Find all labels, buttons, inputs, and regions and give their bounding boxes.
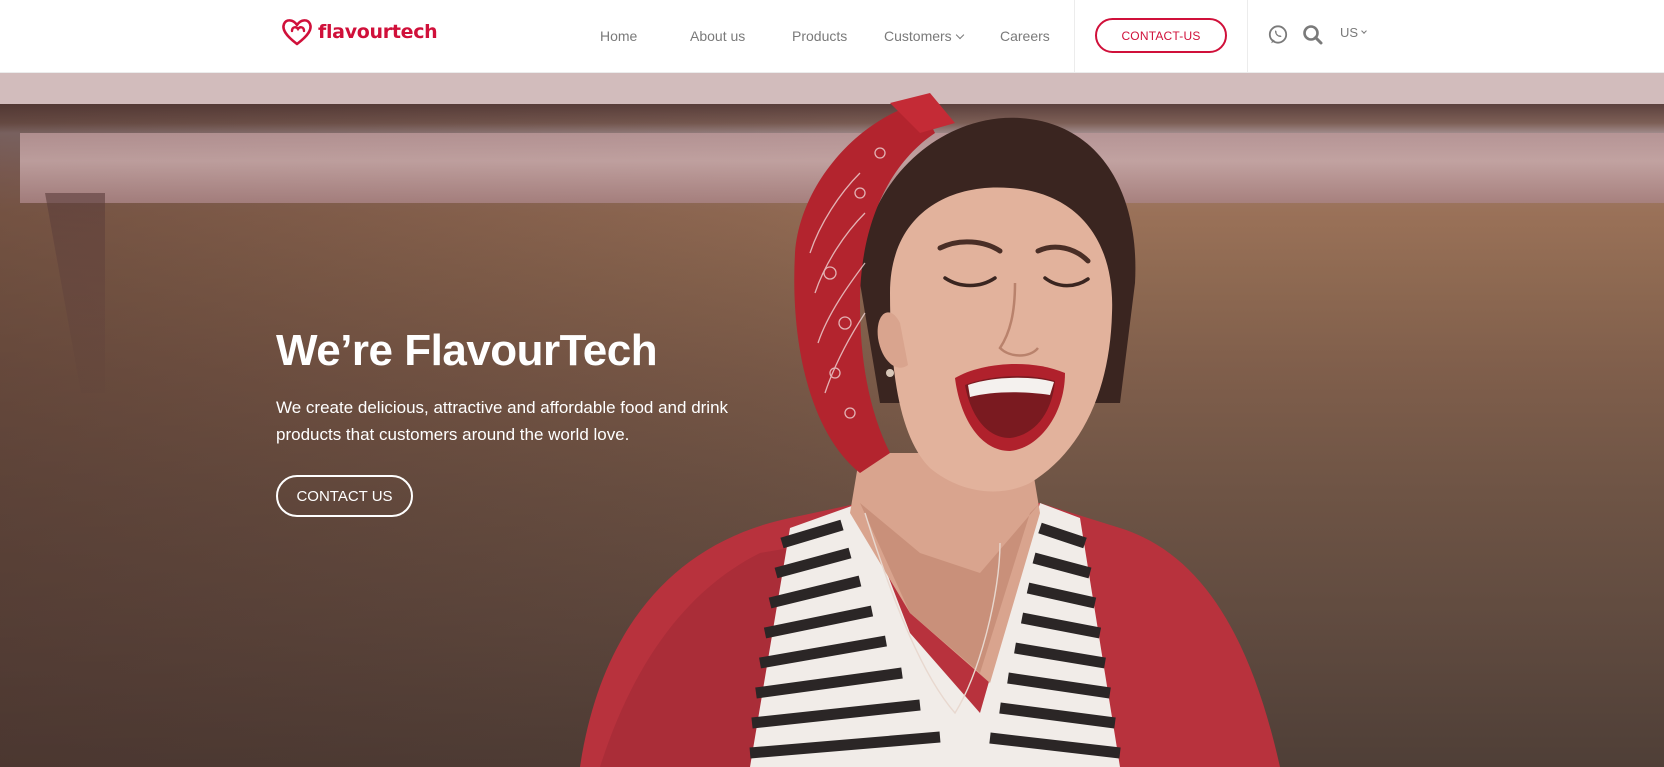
hero-banner: We’re FlavourTech We create delicious, a… bbox=[0, 73, 1664, 767]
language-label: US bbox=[1340, 25, 1359, 40]
nav-item-customers[interactable]: Customers bbox=[884, 26, 964, 46]
nav-item-customers-label: Customers bbox=[884, 28, 952, 44]
contact-us-button[interactable]: CONTACT-US bbox=[1095, 18, 1227, 53]
brand-logo[interactable]: flavourtech bbox=[280, 16, 438, 48]
double-heart-logo-icon bbox=[282, 19, 312, 46]
whatsapp-icon[interactable] bbox=[1267, 24, 1289, 46]
search-icon[interactable] bbox=[1302, 24, 1324, 46]
site-header: flavourtech Home About us Products Custo… bbox=[0, 0, 1664, 73]
nav-item-products[interactable]: Products bbox=[792, 26, 847, 46]
chevron-down-icon bbox=[955, 30, 964, 40]
header-divider bbox=[1074, 0, 1075, 73]
hero-subtitle: We create delicious, attractive and affo… bbox=[276, 398, 729, 444]
hero-title: We’re FlavourTech bbox=[276, 326, 658, 375]
nav-item-careers[interactable]: Careers bbox=[1000, 26, 1050, 46]
hero-contact-us-button[interactable]: CONTACT US bbox=[276, 475, 413, 517]
brand-name: flavourtech bbox=[318, 21, 438, 43]
header-divider bbox=[1247, 0, 1248, 73]
nav-item-about-us[interactable]: About us bbox=[690, 26, 745, 46]
hero-background-bracket bbox=[45, 193, 105, 393]
nav-item-home[interactable]: Home bbox=[600, 26, 637, 46]
language-selector[interactable]: US bbox=[1340, 25, 1367, 40]
chevron-down-icon bbox=[1361, 27, 1367, 34]
